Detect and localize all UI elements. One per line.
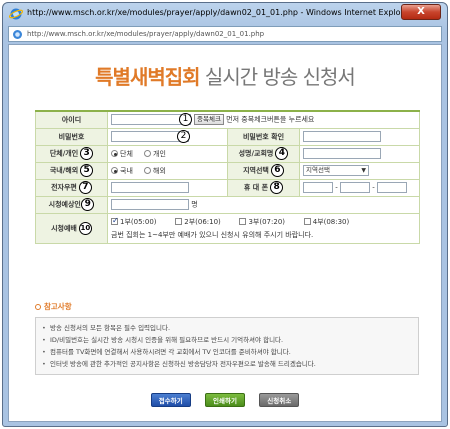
schedule-check-1[interactable] bbox=[111, 216, 119, 225]
mobile-input-3[interactable] bbox=[377, 182, 407, 193]
schedule-check-3[interactable] bbox=[239, 218, 247, 225]
schedule-option-1: 1부(05:00) bbox=[120, 217, 157, 226]
group-radio-individual[interactable] bbox=[144, 150, 152, 157]
viewers-cell: 명 bbox=[107, 195, 420, 214]
title-accent: 특별새벽집회 bbox=[95, 65, 200, 89]
marker-3: 3 bbox=[80, 147, 94, 160]
region-label: 국내/해외 5 bbox=[35, 161, 108, 180]
reference-item: • ID/비밀번호는 실시간 방송 시청시 인증을 위해 필요하므로 반드시 기억… bbox=[42, 336, 284, 344]
reference-item: • 방송 신청서의 모든 항목은 필수 입력입니다. bbox=[42, 324, 171, 332]
mobile-cell: - - bbox=[299, 178, 420, 197]
page-content: 특별새벽집회 실시간 방송 신청서 아이디 1 중복체크 먼저 중복체크버튼을 누… bbox=[8, 44, 442, 422]
marker-6: 6 bbox=[270, 164, 284, 177]
region-cell: 국내 해외 bbox=[107, 161, 228, 180]
title-rest: 실시간 방송 신청서 bbox=[199, 65, 356, 89]
mobile-label: 휴 대 폰8 bbox=[227, 178, 300, 197]
cancel-application-button[interactable]: 신청취소 bbox=[259, 393, 300, 407]
password-label: 비밀번호 bbox=[35, 127, 108, 146]
form-row-viewers: 시청예상인원9 명 bbox=[35, 195, 420, 214]
viewers-input[interactable] bbox=[111, 199, 189, 210]
schedule-cell: 1부(05:00) 2부(06:10) 3부(07:20) 4부(08:30) … bbox=[107, 212, 420, 244]
reference-box: • 방송 신청서의 모든 항목은 필수 입력입니다. • ID/비밀번호는 실시간 … bbox=[35, 317, 419, 375]
chevron-down-icon: ▼ bbox=[361, 167, 366, 174]
name-church-cell bbox=[299, 144, 420, 163]
area-cell: 지역선택 ▼ bbox=[299, 161, 420, 180]
id-cell: 1 중복체크 먼저 중복체크버튼을 누르세요 bbox=[107, 110, 420, 129]
circle-bullet-icon bbox=[35, 304, 41, 310]
email-cell bbox=[107, 178, 228, 197]
viewers-unit: 명 bbox=[191, 200, 198, 209]
address-bar[interactable]: http://www.msch.or.kr/xe/modules/prayer/… bbox=[8, 26, 442, 42]
marker-10: 10 bbox=[78, 221, 92, 235]
region-option-overseas: 해외 bbox=[153, 166, 166, 175]
schedule-check-2[interactable] bbox=[175, 218, 183, 225]
area-label: 지역선택 6 bbox=[227, 161, 300, 180]
address-text: http://www.msch.or.kr/xe/modules/prayer/… bbox=[27, 30, 265, 38]
browser-window: http://www.msch.or.kr/xe/modules/prayer/… bbox=[2, 2, 448, 427]
schedule-option-3: 3부(07:20) bbox=[248, 217, 285, 226]
page-icon bbox=[13, 30, 22, 39]
region-option-domestic: 국내 bbox=[120, 166, 133, 175]
marker-4: 4 bbox=[275, 147, 289, 160]
schedule-label: 시청예배 10 bbox=[35, 212, 108, 244]
password-confirm-input[interactable] bbox=[303, 131, 381, 142]
title-bar[interactable]: http://www.msch.or.kr/xe/modules/prayer/… bbox=[3, 3, 447, 25]
submit-button[interactable]: 접수하기 bbox=[150, 393, 191, 407]
marker-7: 7 bbox=[78, 181, 92, 194]
close-button[interactable]: X bbox=[401, 4, 441, 20]
password-confirm-label: 비밀번호 확인 bbox=[227, 127, 300, 146]
reference-item: • 컴퓨터를 TV화면에 연결해서 사용하시려면 각 교회에서 TV 인코더를 준… bbox=[42, 348, 291, 356]
duplicate-check-button[interactable]: 중복체크 bbox=[194, 114, 224, 126]
id-label: 아이디 bbox=[35, 110, 108, 129]
marker-5: 5 bbox=[80, 164, 94, 177]
name-church-input[interactable] bbox=[303, 148, 381, 159]
group-label: 단체/개인 3 bbox=[35, 144, 108, 163]
window-title: http://www.msch.or.kr/xe/modules/prayer/… bbox=[27, 8, 412, 17]
reference-item: • 인터넷 방송에 관한 추가적인 공지사항은 신청하신 방송담당자 전자우편으로… bbox=[42, 360, 316, 368]
group-option-team: 단체 bbox=[120, 149, 133, 158]
application-form: 아이디 1 중복체크 먼저 중복체크버튼을 누르세요 비밀번호 2 비밀번호 확인… bbox=[35, 110, 420, 244]
group-option-individual: 개인 bbox=[153, 149, 166, 158]
schedule-option-2: 2부(06:10) bbox=[184, 217, 221, 226]
viewers-label: 시청예상인원9 bbox=[35, 195, 108, 214]
reference-title: 참고사항 bbox=[35, 301, 419, 312]
schedule-note: 금번 집회는 1~4부만 예배가 있으니 신청시 유의해 주시기 바랍니다. bbox=[111, 230, 314, 239]
form-row-id: 아이디 1 중복체크 먼저 중복체크버튼을 누르세요 bbox=[35, 110, 420, 129]
reference-section: 참고사항 • 방송 신청서의 모든 항목은 필수 입력입니다. • ID/비밀번호는… bbox=[35, 301, 419, 375]
mobile-input-2[interactable] bbox=[340, 182, 370, 193]
mobile-dash-2: - bbox=[372, 183, 375, 192]
page-title: 특별새벽집회 실시간 방송 신청서 bbox=[9, 61, 441, 90]
form-row-schedule: 시청예배10 1부(05:00) 2부(06:10) 3부(07:20) 4부(… bbox=[35, 212, 420, 244]
form-row-password: 비밀번호 2 비밀번호 확인 bbox=[35, 127, 420, 146]
form-row-group: 단체/개인 3 단체 개인 성명/교회명 4 bbox=[35, 144, 420, 163]
region-radio-overseas[interactable] bbox=[144, 167, 152, 174]
password-confirm-cell bbox=[299, 127, 420, 146]
marker-9: 9 bbox=[81, 198, 95, 211]
print-button[interactable]: 인쇄하기 bbox=[205, 393, 245, 407]
email-label: 전자우편 7 bbox=[35, 178, 108, 197]
form-row-contact: 전자우편 7 휴 대 폰8 - - bbox=[35, 178, 420, 197]
group-cell: 단체 개인 bbox=[107, 144, 228, 163]
action-buttons: 접수하기 인쇄하기 신청취소 bbox=[9, 393, 441, 407]
schedule-option-4: 4부(08:30) bbox=[312, 217, 350, 226]
internet-explorer-icon bbox=[9, 8, 23, 20]
area-select-value: 지역선택 bbox=[306, 166, 330, 174]
form-row-region: 국내/해외 5 국내 해외 지역선택 6 지역선택 ▼ bbox=[35, 161, 420, 180]
schedule-options: 1부(05:00) 2부(06:10) 3부(07:20) 4부(08:30) bbox=[111, 216, 416, 227]
password-cell: 2 bbox=[107, 127, 228, 146]
name-church-label: 성명/교회명 4 bbox=[227, 144, 300, 163]
marker-2: 2 bbox=[177, 130, 190, 143]
region-radio-domestic[interactable] bbox=[111, 167, 118, 174]
area-select[interactable]: 지역선택 ▼ bbox=[303, 165, 369, 176]
group-radio-team[interactable] bbox=[111, 150, 118, 157]
duplicate-check-hint: 먼저 중복체크버튼을 누르세요 bbox=[226, 115, 315, 124]
schedule-check-4[interactable] bbox=[303, 218, 311, 225]
mobile-input-1[interactable] bbox=[303, 182, 333, 193]
mobile-dash-1: - bbox=[335, 183, 338, 192]
marker-8: 8 bbox=[270, 181, 284, 194]
email-input[interactable] bbox=[111, 182, 189, 193]
